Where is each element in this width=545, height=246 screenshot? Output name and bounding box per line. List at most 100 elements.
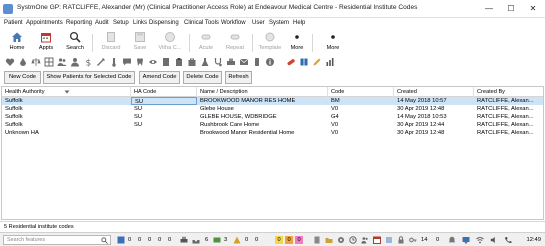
drop-icon[interactable] (18, 57, 28, 67)
menu-links[interactable]: Links (133, 20, 147, 26)
menu-audit[interactable]: Audit (95, 20, 109, 26)
refresh-button[interactable]: Refresh (225, 71, 252, 84)
heart-icon[interactable] (5, 57, 15, 67)
bell-icon[interactable] (448, 236, 456, 244)
note-icon[interactable] (385, 236, 393, 244)
eye-icon[interactable] (148, 57, 158, 67)
header-created-by[interactable]: Created By (474, 87, 543, 97)
counter-alerts-2: 0 (255, 237, 259, 243)
discard-button[interactable]: Discard (98, 31, 124, 56)
key-icon[interactable] (409, 236, 417, 244)
menu-setup[interactable]: Setup (113, 20, 129, 26)
chart-icon[interactable] (325, 57, 335, 67)
menu-help[interactable]: Help (293, 20, 305, 26)
new-code-button[interactable]: New Code (4, 71, 41, 84)
header-health-authority[interactable]: Health Authority (2, 87, 131, 97)
amend-code-button[interactable]: Amend Code (139, 71, 180, 84)
thermometer-icon[interactable] (109, 57, 119, 67)
menu-patient[interactable]: Patient (4, 20, 23, 26)
save-button[interactable]: Save (128, 31, 152, 56)
vitha-button[interactable]: Vitha C... (156, 31, 184, 56)
menu-clinical-tools[interactable]: Clinical Tools (184, 20, 219, 26)
menu-appointments[interactable]: Appointments (26, 20, 63, 26)
document-icon[interactable] (161, 57, 171, 67)
tasks-icon[interactable] (117, 236, 125, 244)
people-icon[interactable] (57, 57, 67, 67)
chat-icon[interactable] (122, 57, 132, 67)
user-icon[interactable] (70, 57, 80, 67)
menu-dispensing[interactable]: Dispensing (149, 20, 179, 26)
menu-user[interactable]: User (252, 20, 265, 26)
phone-icon[interactable] (504, 236, 512, 244)
header-name[interactable]: Name / Description (197, 87, 328, 97)
header-ha-code[interactable]: HA Code (131, 87, 197, 97)
clock-icon[interactable] (349, 236, 357, 244)
cell-created-by: RATCLIFFE, Alexan... (477, 106, 534, 112)
search-label: Search (66, 45, 84, 51)
search-button[interactable]: Search (62, 31, 88, 56)
acute-label: Acute (198, 45, 214, 51)
table-row[interactable]: Suffolk SU Glebe House V0 30 Apr 2019 12… (2, 105, 543, 113)
dollar-icon[interactable]: $ (83, 57, 93, 68)
badge-orange[interactable]: 0 (285, 236, 293, 244)
stethoscope-icon[interactable] (213, 57, 223, 67)
acute-button[interactable]: Acute (194, 31, 218, 56)
document-icon[interactable] (313, 236, 321, 244)
table-row[interactable]: Suffolk SU GLEBE HOUSE, WDBRIDGE G4 14 M… (2, 113, 543, 121)
printer-icon[interactable] (226, 57, 236, 67)
info-icon[interactable] (265, 57, 275, 67)
tooth-icon[interactable] (135, 57, 145, 67)
grid-icon[interactable] (44, 57, 54, 67)
appts-button[interactable]: Appts (33, 31, 59, 56)
letter-icon[interactable] (239, 57, 249, 67)
search-features-input[interactable] (4, 236, 100, 244)
printer-icon[interactable] (180, 236, 188, 244)
clipboard-icon[interactable] (174, 57, 184, 67)
show-patients-button[interactable]: Show Patients for Selected Code (43, 71, 135, 84)
folder-icon[interactable] (325, 236, 333, 244)
pen-icon[interactable] (312, 57, 322, 67)
header-code[interactable]: Code (328, 87, 394, 97)
header-created[interactable]: Created (394, 87, 474, 97)
bag-icon[interactable] (187, 57, 197, 67)
more-button-1[interactable]: More (286, 31, 308, 56)
badge-pink[interactable]: 0 (295, 236, 303, 244)
more-button-2[interactable]: More (322, 31, 344, 56)
menu-system[interactable]: System (269, 20, 289, 26)
tray-icon[interactable] (192, 236, 200, 244)
menu-workflow[interactable]: Workflow (221, 20, 246, 26)
maximize-button[interactable]: ☐ (500, 0, 522, 18)
save-icon (135, 32, 145, 42)
template-button[interactable]: Template (256, 31, 284, 56)
calendar-icon[interactable] (373, 236, 381, 244)
phone-icon[interactable] (252, 57, 262, 67)
table-row[interactable]: Suffolk SU Rushbrook Care Home V0 30 Apr… (2, 121, 543, 129)
syringe-icon[interactable] (96, 57, 106, 67)
table-row[interactable]: Unknown HA Brookwood Manor Residential H… (2, 129, 543, 137)
speaker-icon[interactable] (490, 236, 498, 244)
people-icon[interactable] (361, 236, 369, 244)
repeat-button[interactable]: Repeat (222, 31, 248, 56)
cell-ha-code: SU (131, 97, 197, 105)
delete-code-button[interactable]: Delete Code (183, 71, 222, 84)
screen-icon[interactable] (462, 236, 470, 244)
cell-health-authority: Suffolk (5, 98, 23, 104)
cell-health-authority: Suffolk (5, 122, 23, 128)
menu-reporting[interactable]: Reporting (66, 20, 92, 26)
book-icon[interactable] (299, 57, 309, 67)
pill-red-icon[interactable] (286, 57, 296, 67)
minimize-button[interactable]: — (478, 0, 500, 18)
save-label: Save (133, 45, 147, 51)
badge-yellow[interactable]: 0 (275, 236, 283, 244)
lock-icon[interactable] (397, 236, 405, 244)
gear-icon[interactable] (337, 236, 345, 244)
messages-icon[interactable] (213, 236, 221, 244)
home-button[interactable]: Home (4, 31, 30, 56)
scales-icon[interactable] (31, 57, 41, 67)
cell-health-authority: Unknown HA (5, 130, 39, 136)
table-row[interactable]: Suffolk SU BROOKWOOD MANOR RES HOME BM 1… (2, 97, 543, 105)
close-button[interactable]: ✕ (522, 0, 544, 18)
flask-icon[interactable] (200, 57, 210, 67)
wifi-icon[interactable] (476, 236, 484, 244)
alert-icon[interactable] (233, 236, 241, 244)
